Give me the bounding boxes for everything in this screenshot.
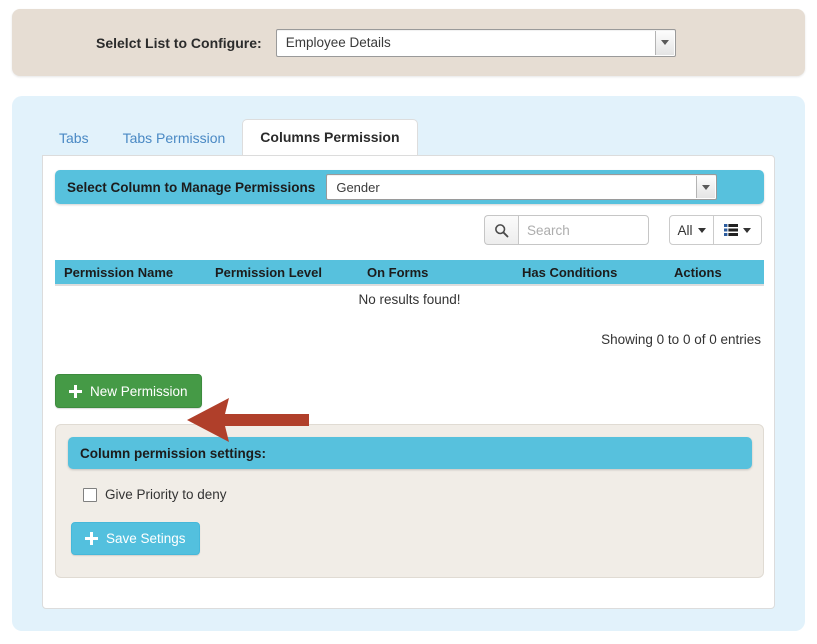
tab-tabs[interactable]: Tabs — [42, 121, 106, 155]
select-list-label: Selelct List to Configure: — [96, 34, 262, 51]
settings-heading: Column permission settings: — [80, 445, 267, 461]
table-info: Showing 0 to 0 of 0 entries — [601, 332, 761, 347]
plus-icon — [85, 532, 98, 545]
give-priority-to-deny-checkbox[interactable] — [83, 487, 97, 502]
column-header-actions[interactable]: Actions — [674, 265, 764, 280]
tab-columns-permission[interactable]: Columns Permission — [242, 119, 418, 155]
column-header-on-forms[interactable]: On Forms — [367, 265, 522, 280]
tab-tabs-permission[interactable]: Tabs Permission — [106, 121, 243, 155]
search-input[interactable] — [518, 215, 649, 245]
list-configure-panel: Selelct List to Configure: Employee Deta… — [12, 9, 805, 76]
give-priority-to-deny-row[interactable]: Give Priority to deny — [83, 487, 227, 502]
columns-permission-panel: Tabs Tabs Permission Columns Permission … — [12, 96, 805, 631]
column-header-permission-name[interactable]: Permission Name — [64, 265, 215, 280]
plus-icon — [69, 384, 82, 398]
new-permission-button[interactable]: New Permission — [55, 374, 202, 408]
chevron-down-icon — [696, 176, 716, 198]
tab-strip: Tabs Tabs Permission Columns Permission — [42, 119, 418, 155]
list-select[interactable]: Employee Details — [275, 28, 676, 57]
tab-content-card: Select Column to Manage Permissions Gend… — [42, 155, 775, 609]
table-empty-message: No results found! — [358, 292, 461, 307]
column-selector-bar: Select Column to Manage Permissions Gend… — [55, 170, 764, 204]
column-permission-settings-panel: Column permission settings: Give Priorit… — [55, 424, 764, 578]
search-group — [484, 215, 649, 245]
settings-heading-bar: Column permission settings: — [68, 437, 752, 469]
column-header-permission-level[interactable]: Permission Level — [215, 265, 367, 280]
search-icon[interactable] — [484, 215, 518, 245]
filter-all-label: All — [677, 222, 693, 238]
caret-down-icon — [743, 227, 751, 233]
table-options-group: All — [669, 215, 762, 245]
save-settings-label: Save Setings — [106, 531, 186, 546]
table-toolbar: All — [484, 215, 762, 245]
permissions-table-header: Permission Name Permission Level On Form… — [55, 260, 764, 286]
chevron-down-icon — [654, 30, 674, 55]
save-settings-button[interactable]: Save Setings — [71, 522, 200, 555]
filter-all-button[interactable]: All — [669, 215, 714, 245]
give-priority-to-deny-label: Give Priority to deny — [105, 487, 227, 502]
column-selector-label: Select Column to Manage Permissions — [67, 179, 316, 195]
list-columns-icon — [724, 224, 738, 236]
new-permission-label: New Permission — [90, 383, 188, 399]
column-select-value: Gender — [336, 179, 380, 195]
caret-down-icon — [697, 227, 706, 233]
column-select[interactable]: Gender — [326, 174, 718, 200]
column-header-has-conditions[interactable]: Has Conditions — [522, 265, 674, 280]
list-select-value: Employee Details — [285, 35, 391, 50]
column-visibility-button[interactable] — [714, 215, 762, 245]
